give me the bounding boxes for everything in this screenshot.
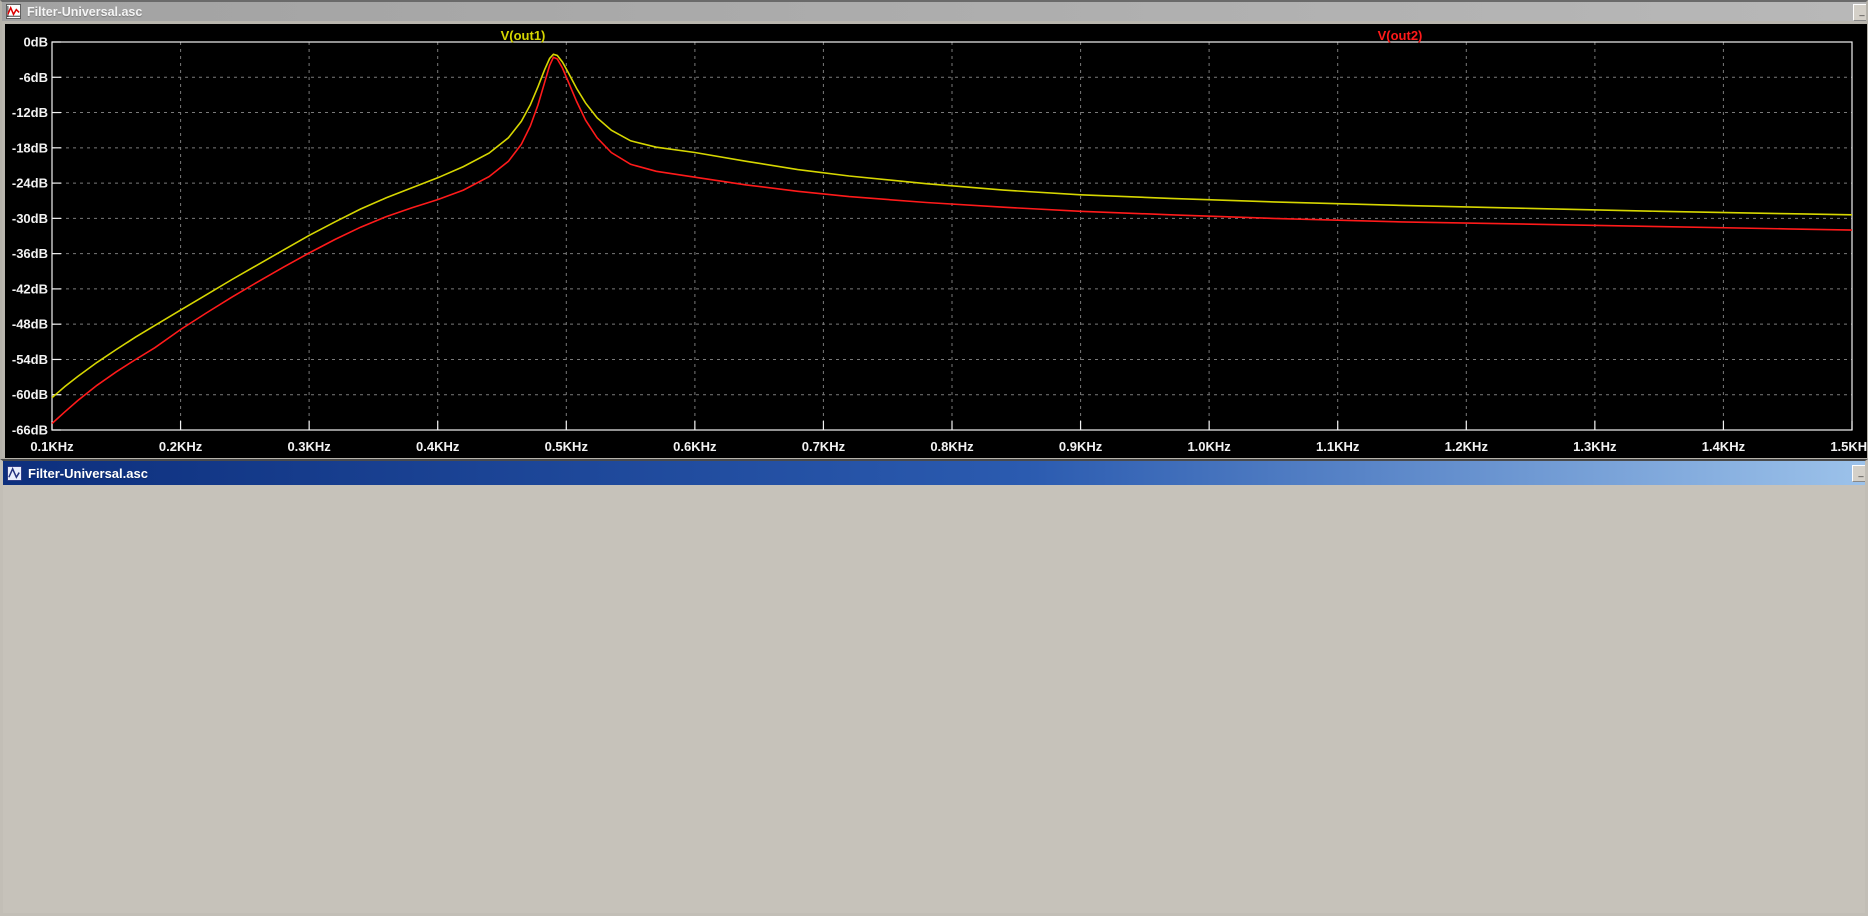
y-tick-label: -24dB: [12, 176, 48, 191]
x-tick-label: 1.2KHz: [1445, 439, 1489, 454]
bode-plot: 0dB -6dB -12dB -18dB -24dB -30dB -36dB -42dB -48…: [5, 24, 1867, 458]
x-tick-label: 1.1KHz: [1316, 439, 1360, 454]
x-tick-label: 0.5KHz: [545, 439, 589, 454]
x-axis: 0.1KHz 0.2KHz 0.3KHz 0.4KHz 0.5KHz 0.6KHz 0.7K…: [30, 421, 1867, 454]
plot-grid: [52, 42, 1852, 430]
schematic-titlebar[interactable]: Filter-Universal.asc _: [3, 461, 1865, 485]
y-tick-label: -12dB: [12, 105, 48, 120]
y-tick-label: 0dB: [23, 35, 48, 50]
x-tick-label: 0.2KHz: [159, 439, 203, 454]
x-tick-label: 0.3KHz: [287, 439, 331, 454]
waveform-window: Filter-Universal.asc _ 0dB -6dB -12dB -18dB…: [0, 0, 1868, 459]
y-tick-label: -42dB: [12, 281, 48, 296]
x-tick-label: 1.5KHz: [1830, 439, 1867, 454]
schematic-window: Filter-Universal.asc _ R110kR21kR310kR41…: [0, 459, 1868, 916]
ltspice-desktop: Filter-Universal.asc _ 0dB -6dB -12dB -18dB…: [0, 0, 1868, 916]
y-tick-label: -54dB: [12, 352, 48, 367]
waveform-icon: [6, 4, 21, 19]
waveform-plot-area[interactable]: 0dB -6dB -12dB -18dB -24dB -30dB -36dB -42dB -48…: [5, 24, 1867, 458]
schematic-window-title: Filter-Universal.asc: [28, 466, 148, 481]
x-tick-label: 0.4KHz: [416, 439, 460, 454]
minimize-button[interactable]: _: [1852, 465, 1865, 482]
y-tick-label: -48dB: [12, 317, 48, 332]
y-tick-label: -6dB: [19, 70, 48, 85]
x-tick-label: 1.0KHz: [1187, 439, 1231, 454]
y-tick-label: -18dB: [12, 140, 48, 155]
y-tick-label: -60dB: [12, 387, 48, 402]
x-tick-label: 1.4KHz: [1702, 439, 1746, 454]
x-tick-label: 0.1KHz: [30, 439, 74, 454]
x-tick-label: 0.7KHz: [802, 439, 846, 454]
waveform-titlebar[interactable]: Filter-Universal.asc _: [2, 2, 1866, 21]
x-tick-label: 0.6KHz: [673, 439, 717, 454]
legend-Vout1[interactable]: V(out1): [501, 28, 546, 43]
minimize-button[interactable]: _: [1853, 4, 1866, 21]
legend-Vout2[interactable]: V(out2): [1378, 28, 1423, 43]
x-tick-label: 1.3KHz: [1573, 439, 1617, 454]
y-tick-label: -66dB: [12, 423, 48, 438]
x-tick-label: 0.8KHz: [930, 439, 974, 454]
waveform-window-title: Filter-Universal.asc: [27, 5, 142, 19]
y-tick-label: -30dB: [12, 211, 48, 226]
x-tick-label: 0.9KHz: [1059, 439, 1103, 454]
y-tick-label: -36dB: [12, 246, 48, 261]
schematic-icon: [7, 466, 22, 481]
y-axis: 0dB -6dB -12dB -18dB -24dB -30dB -36dB -42dB -48…: [12, 35, 61, 438]
